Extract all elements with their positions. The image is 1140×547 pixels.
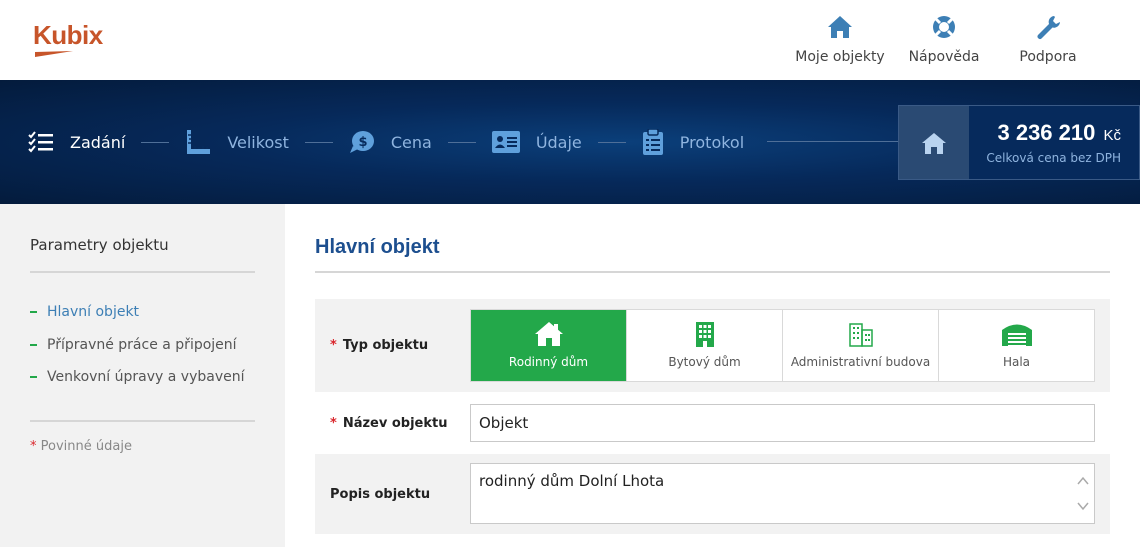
sidebar-title: Parametry objektu xyxy=(30,236,169,254)
support-label: Podpora xyxy=(1019,49,1077,65)
object-description-label: Popis objektu xyxy=(330,487,431,502)
ruler-icon xyxy=(187,130,211,154)
home-icon xyxy=(828,16,852,38)
object-name-label-text: Název objektu xyxy=(342,416,448,431)
bullet-dash xyxy=(30,376,37,379)
step-label: Velikost xyxy=(227,132,289,152)
svg-text:$: $ xyxy=(358,135,367,150)
price-home-box xyxy=(899,106,969,179)
step-udaje[interactable]: Údaje xyxy=(491,131,582,153)
object-type-row: * Typ objektu Rodinný dům Bytový dům Adm… xyxy=(315,299,1110,392)
wrench-icon xyxy=(1037,16,1060,39)
help-label: Nápověda xyxy=(908,49,980,65)
title-divider xyxy=(315,271,1110,273)
price-currency: Kč xyxy=(1103,127,1121,144)
object-name-row: * Název objektu xyxy=(315,396,1110,452)
sidebar-divider xyxy=(30,420,255,422)
step-velikost[interactable]: Velikost xyxy=(185,129,289,155)
top-links: Moje objekty Nápověda Podpora xyxy=(788,14,1100,65)
scroll-down-icon[interactable] xyxy=(1076,499,1090,513)
home-icon xyxy=(922,132,946,154)
step-divider xyxy=(597,141,626,143)
clipboard-icon xyxy=(642,129,663,155)
id-card-icon xyxy=(491,131,520,153)
sidebar-item-pripravne-prace[interactable]: Přípravné práce a připojení xyxy=(30,329,245,362)
my-objects-link[interactable]: Moje objekty xyxy=(788,14,892,65)
top-header: Kubix Moje objekty Nápověda Podpora xyxy=(0,0,1140,80)
sidebar-divider xyxy=(30,271,255,273)
lifebuoy-icon xyxy=(933,16,955,38)
house-icon xyxy=(534,322,563,346)
step-protokol[interactable]: Protokol xyxy=(642,129,744,155)
sidebar-item-venkovni-upravy[interactable]: Venkovní úpravy a vybavení xyxy=(30,361,245,394)
step-cena[interactable]: $ Cena xyxy=(349,130,432,154)
warehouse-icon xyxy=(1001,324,1032,346)
step-label: Protokol xyxy=(679,132,745,152)
checklist-icon xyxy=(28,131,53,153)
type-label: Administrativní budova xyxy=(790,355,931,369)
type-label: Hala xyxy=(1002,355,1031,369)
step-divider xyxy=(141,141,170,143)
price-amount: 3 236 210 Kč xyxy=(997,120,1121,146)
object-name-input[interactable] xyxy=(470,404,1095,442)
kubix-logo[interactable]: Kubix xyxy=(33,20,119,60)
bullet-dash xyxy=(30,343,37,346)
logo-text: Kubix xyxy=(33,20,103,50)
price-value: 3 236 210 xyxy=(997,120,1096,145)
type-administrativni-budova[interactable]: Administrativní budova xyxy=(783,310,939,381)
object-type-label: * Typ objektu xyxy=(330,338,428,353)
type-hala[interactable]: Hala xyxy=(939,310,1094,381)
money-bubble-icon: $ xyxy=(349,131,374,153)
step-zadani[interactable]: Zadání xyxy=(28,131,125,153)
required-star: * xyxy=(30,439,37,454)
type-label: Rodinný dům xyxy=(508,355,589,369)
object-name-label: * Název objektu xyxy=(330,416,447,431)
sidebar-list: Hlavní objekt Přípravné práce a připojen… xyxy=(30,296,245,394)
steps-line xyxy=(767,141,899,142)
type-bytovy-dum[interactable]: Bytový dům xyxy=(627,310,783,381)
required-note-text: Povinné údaje xyxy=(40,439,132,454)
my-objects-label: Moje objekty xyxy=(795,49,885,65)
required-note: * Povinné údaje xyxy=(30,439,132,454)
object-type-selector: Rodinný dům Bytový dům Administrativní b… xyxy=(470,309,1095,382)
page-title: Hlavní objekt xyxy=(315,236,440,258)
sidebar-item-label: Venkovní úpravy a vybavení xyxy=(47,369,245,386)
price-note: Celková cena bez DPH xyxy=(986,151,1121,165)
step-divider xyxy=(304,141,333,143)
required-star: * xyxy=(330,416,337,431)
sidebar-item-label: Hlavní objekt xyxy=(47,304,140,321)
step-label: Údaje xyxy=(535,132,582,152)
support-link[interactable]: Podpora xyxy=(996,14,1100,65)
type-label: Bytový dům xyxy=(668,355,741,369)
help-link[interactable]: Nápověda xyxy=(892,14,996,65)
step-label: Cena xyxy=(390,132,432,152)
sidebar: Parametry objektu Hlavní objekt Přípravn… xyxy=(0,204,285,547)
price-summary[interactable]: 3 236 210 Kč Celková cena bez DPH xyxy=(898,105,1140,180)
bullet-dash xyxy=(30,311,37,314)
apartment-building-icon xyxy=(695,322,714,347)
sidebar-item-label: Přípravné práce a připojení xyxy=(47,336,237,353)
object-description-textarea[interactable]: rodinný dům Dolní Lhota xyxy=(471,464,1071,523)
required-star: * xyxy=(330,338,337,353)
office-building-icon xyxy=(848,323,873,347)
type-rodinny-dum[interactable]: Rodinný dům xyxy=(471,310,627,381)
scroll-up-icon[interactable] xyxy=(1076,474,1090,488)
step-label: Zadání xyxy=(70,132,126,152)
object-description-box: rodinný dům Dolní Lhota xyxy=(470,463,1095,524)
object-type-label-text: Typ objektu xyxy=(342,338,429,353)
wizard-steps: Zadání Velikost $ Cena Údaje Protokol xyxy=(28,80,744,204)
step-divider xyxy=(447,141,476,143)
object-description-row: Popis objektu rodinný dům Dolní Lhota xyxy=(315,454,1110,534)
sidebar-item-hlavni-objekt[interactable]: Hlavní objekt xyxy=(30,296,245,329)
